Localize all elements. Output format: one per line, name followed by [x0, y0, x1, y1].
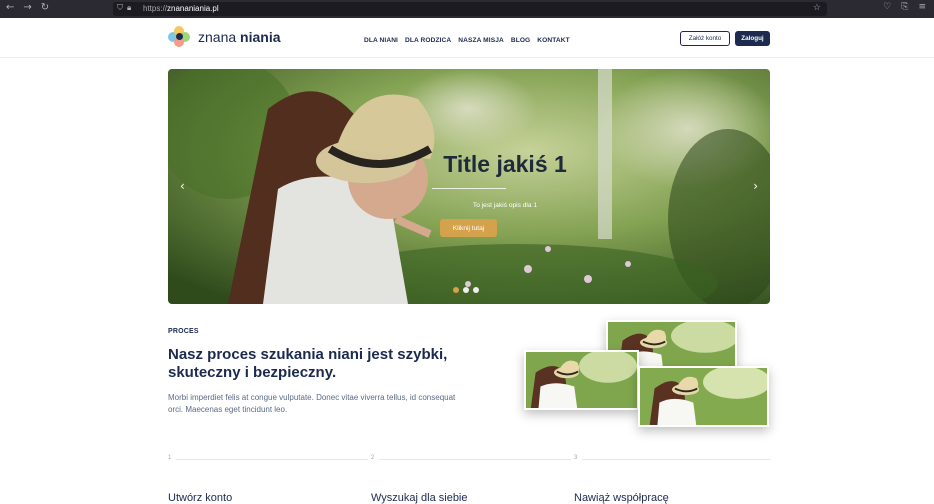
process-image-3 [638, 366, 769, 427]
extensions-icon[interactable]: ⎘ [901, 2, 908, 12]
menu-icon[interactable]: ≡ [918, 2, 926, 12]
process-kicker: PROCES [168, 328, 199, 335]
carousel-prev-icon[interactable]: ‹ [180, 179, 185, 193]
register-button[interactable]: Załóż konto [680, 31, 730, 46]
browser-toolbar: ← → ↻ ⛉ 🔒︎ https://znananiania.pl ☆ ♡ ⎘ … [0, 0, 934, 18]
nav-dla-rodzica[interactable]: DLA RODZICA [405, 37, 451, 44]
hero-description: To jest jakiś opis dla 1 [472, 202, 538, 209]
process-heading: Nasz proces szukania niani jest szybki, … [168, 346, 448, 381]
reload-icon[interactable]: ↻ [41, 2, 49, 13]
logo-icon [168, 26, 192, 48]
carousel-dot-3[interactable] [473, 287, 479, 293]
login-button[interactable]: Zaloguj [735, 31, 770, 46]
hero-cta-button[interactable]: Kliknij tutaj [440, 219, 497, 237]
url-text[interactable]: https://znananiania.pl [143, 4, 219, 13]
carousel-dot-2[interactable] [463, 287, 469, 293]
step-title: Wyszukaj dla siebie [371, 492, 468, 504]
bookmark-star-icon[interactable]: ☆ [813, 3, 821, 13]
step-1: 1 [168, 455, 171, 461]
carousel-indicators [453, 287, 479, 293]
nav-kontakt[interactable]: KONTAKT [537, 37, 569, 44]
pocket-icon[interactable]: ♡ [883, 2, 891, 12]
process-image-1 [524, 350, 639, 410]
site-header: znana niania DLA NIANI DLA RODZICA NASZA… [0, 18, 934, 58]
lock-icon[interactable]: 🔒︎ [127, 3, 131, 13]
step-3: 3 [574, 455, 577, 461]
main-nav: DLA NIANI DLA RODZICA NASZA MISJA BLOG K… [364, 37, 570, 44]
shield-icon[interactable]: ⛉ [117, 3, 123, 13]
hero-divider [432, 188, 506, 189]
hero-title: Title jakiś 1 [443, 151, 567, 177]
step-number: 1 [168, 455, 172, 461]
nav-blog[interactable]: BLOG [511, 37, 530, 44]
process-text: Morbi imperdiet felis at congue vulputat… [168, 393, 456, 414]
address-bar[interactable]: ⛉ 🔒︎ https://znananiania.pl ☆ [113, 2, 827, 16]
carousel-dot-1[interactable] [453, 287, 459, 293]
nav-nasza-misja[interactable]: NASZA MISJA [458, 37, 504, 44]
step-number: 3 [574, 455, 578, 461]
step-title: Nawiąż współpracę [574, 492, 669, 504]
browser-nav: ← → ↻ [6, 2, 49, 13]
hero-carousel: Title jakiś 1 To jest jakiś opis dla 1 K… [168, 69, 770, 304]
step-number: 2 [371, 455, 375, 461]
step-2: 2 [371, 455, 374, 461]
logo-text: znana niania [198, 29, 281, 45]
back-arrow-icon[interactable]: ← [6, 2, 14, 13]
nav-dla-niani[interactable]: DLA NIANI [364, 37, 398, 44]
forward-arrow-icon[interactable]: → [23, 2, 31, 13]
process-steps: 1 Utwórz konto 2 Wyszukaj dla siebie 3 N… [168, 455, 770, 504]
step-title: Utwórz konto [168, 492, 233, 504]
logo[interactable]: znana niania [168, 26, 281, 48]
carousel-next-icon[interactable]: › [753, 179, 758, 193]
